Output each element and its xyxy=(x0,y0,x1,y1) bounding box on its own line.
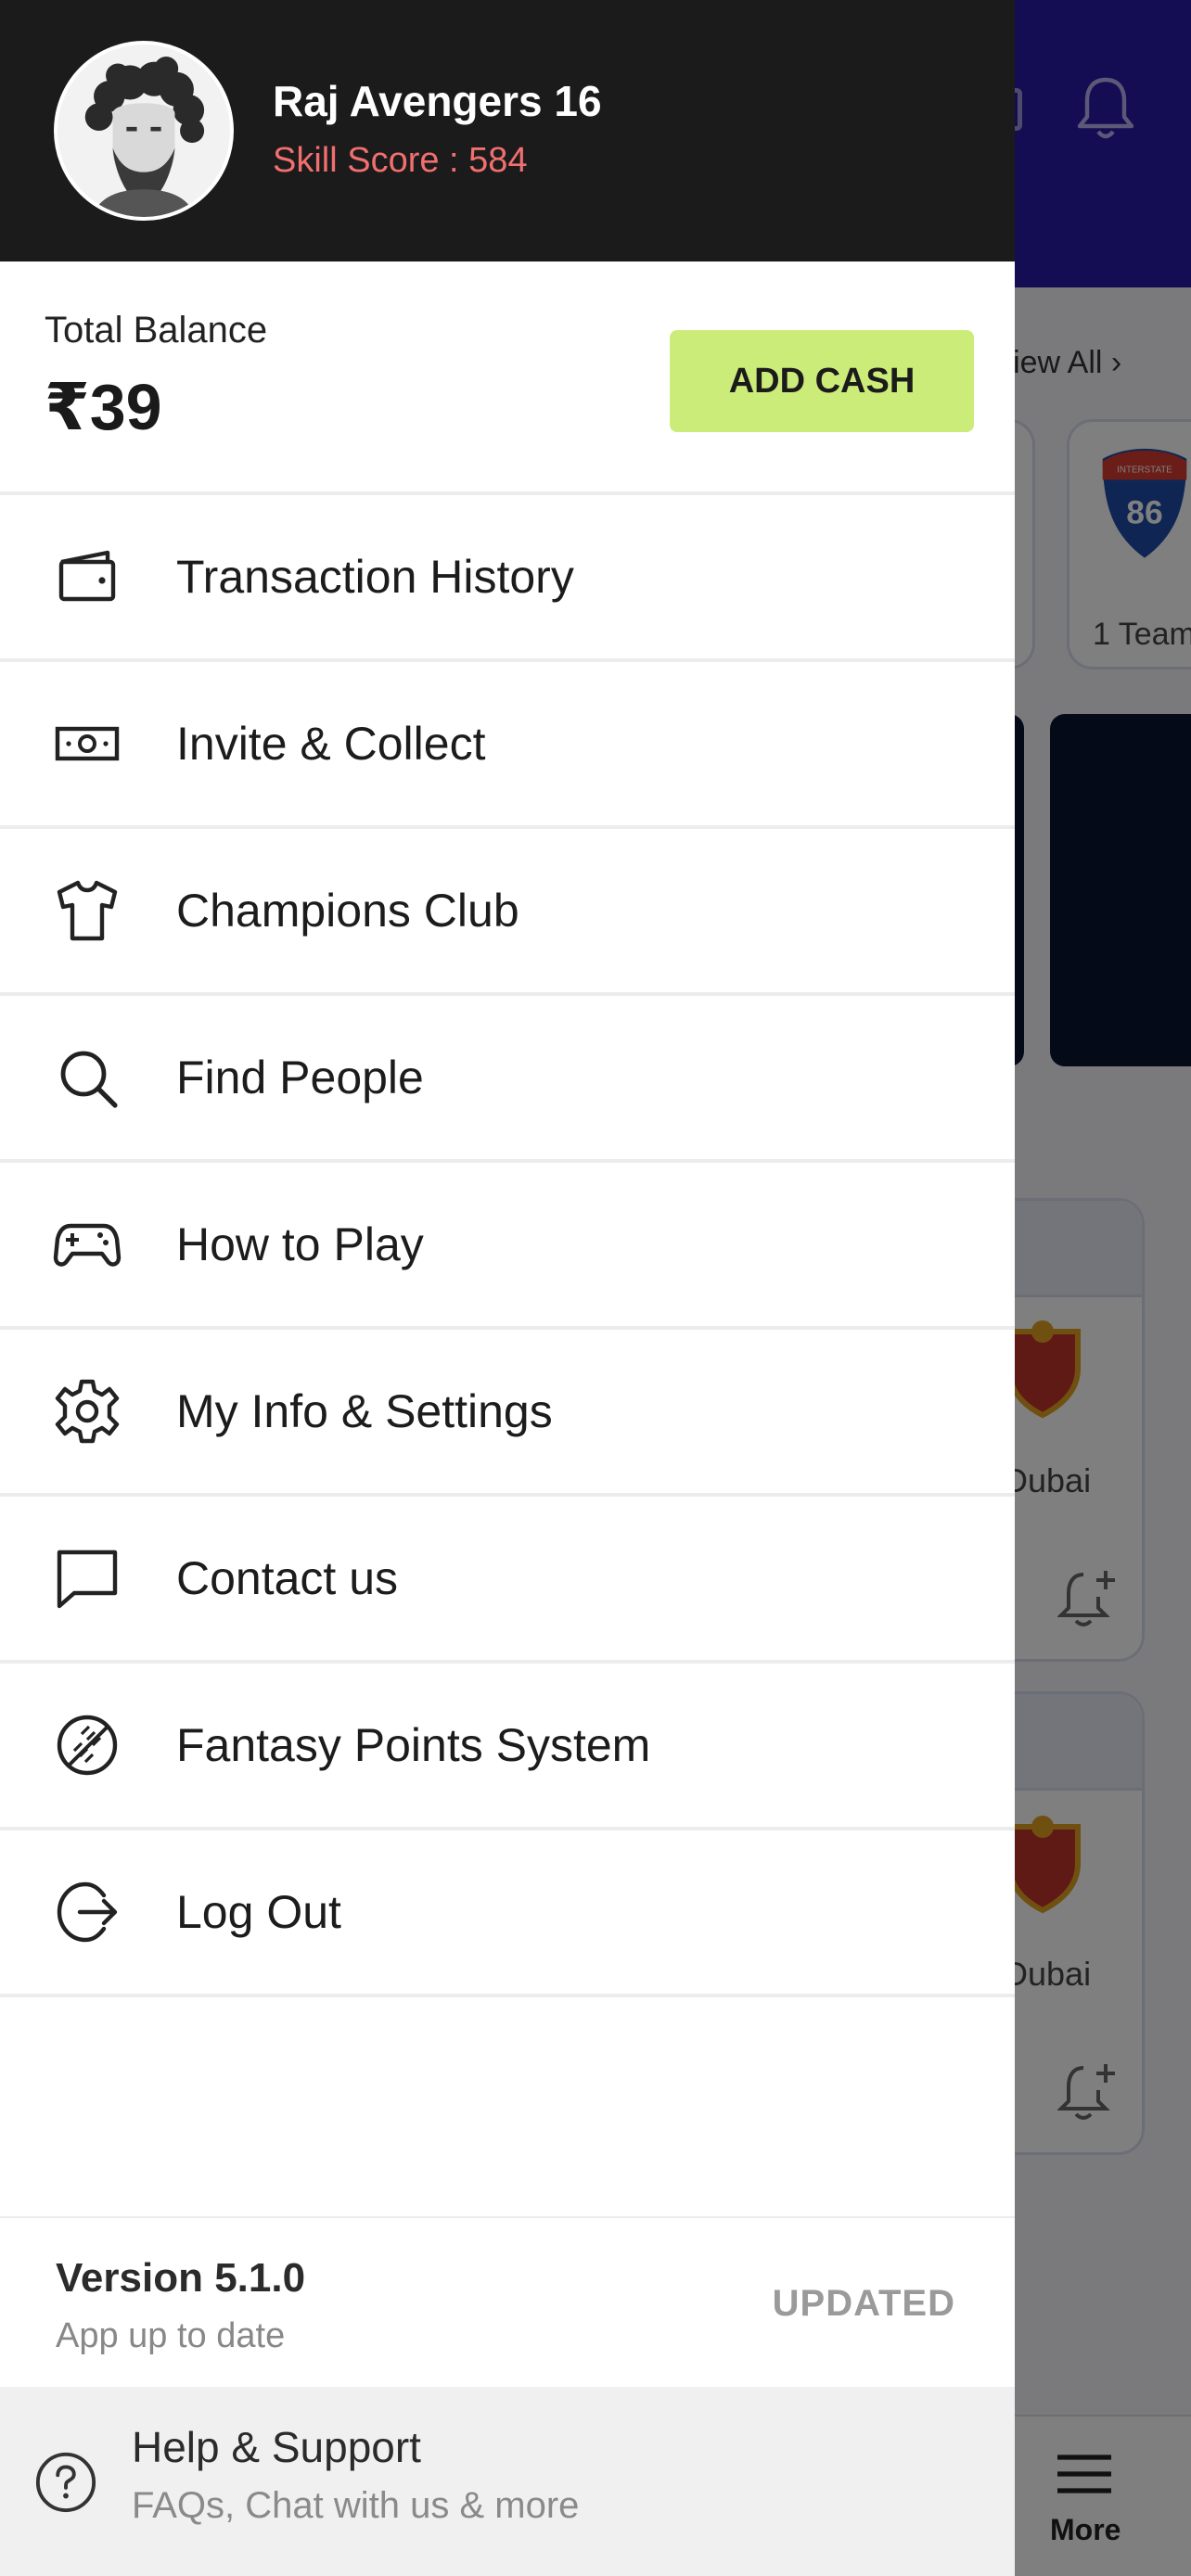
menu-item-label: Contact us xyxy=(176,1552,399,1604)
balance-section: Total Balance ₹39 ADD CASH xyxy=(0,261,1015,495)
gear-icon xyxy=(55,1379,120,1444)
logout-icon xyxy=(57,1881,118,1943)
version-title: Version 5.1.0 xyxy=(56,2255,306,2301)
skill-score: Skill Score : 584 xyxy=(273,141,528,180)
menu-item-transaction-history[interactable]: Transaction History xyxy=(0,495,1015,662)
side-drawer: Raj Avengers 16 Skill Score : 584 Total … xyxy=(0,0,1015,2576)
add-cash-button[interactable]: ADD CASH xyxy=(670,330,974,432)
drawer-menu: Transaction History Invite & Collect Cha… xyxy=(0,495,1015,1997)
avatar[interactable] xyxy=(54,41,234,221)
profile-header: Raj Avengers 16 Skill Score : 584 xyxy=(0,0,1015,261)
help-support-button[interactable]: Help & Support FAQs, Chat with us & more xyxy=(0,2387,1015,2576)
menu-item-champions-club[interactable]: Champions Club xyxy=(0,829,1015,996)
menu-item-label: Log Out xyxy=(176,1886,341,1938)
menu-item-label: How to Play xyxy=(176,1218,424,1270)
menu-item-find-people[interactable]: Find People xyxy=(0,996,1015,1163)
search-icon xyxy=(60,1051,118,1108)
help-question-icon xyxy=(35,2452,96,2513)
jersey-icon xyxy=(57,880,118,941)
version-section: Version 5.1.0 App up to date UPDATED xyxy=(0,2216,1015,2387)
chat-bubble-icon xyxy=(57,1549,118,1609)
menu-item-how-to-play[interactable]: How to Play xyxy=(0,1163,1015,1330)
menu-item-label: Invite & Collect xyxy=(176,718,486,770)
help-subtitle: FAQs, Chat with us & more xyxy=(132,2485,580,2526)
gamepad-icon xyxy=(53,1223,122,1267)
menu-item-label: Find People xyxy=(176,1052,424,1103)
cash-note-icon xyxy=(55,726,120,761)
menu-item-label: Fantasy Points System xyxy=(176,1719,651,1771)
menu-item-fantasy-points-system[interactable]: Fantasy Points System xyxy=(0,1664,1015,1830)
menu-item-my-info-settings[interactable]: My Info & Settings xyxy=(0,1330,1015,1497)
version-subtitle: App up to date xyxy=(56,2316,286,2355)
balance-amount: ₹39 xyxy=(45,371,162,443)
avatar-portrait-icon xyxy=(58,45,230,217)
menu-item-label: Transaction History xyxy=(176,551,574,603)
menu-item-label: Champions Club xyxy=(176,885,519,937)
balance-label: Total Balance xyxy=(45,310,268,351)
menu-item-log-out[interactable]: Log Out xyxy=(0,1830,1015,1997)
version-status: UPDATED xyxy=(772,2283,955,2324)
help-title: Help & Support xyxy=(132,2423,421,2471)
wallet-icon xyxy=(58,550,116,602)
menu-item-label: My Info & Settings xyxy=(176,1385,553,1437)
cricket-ball-icon xyxy=(57,1715,118,1776)
menu-item-contact-us[interactable]: Contact us xyxy=(0,1497,1015,1664)
menu-item-invite-collect[interactable]: Invite & Collect xyxy=(0,662,1015,829)
user-name: Raj Avengers 16 xyxy=(273,77,602,125)
